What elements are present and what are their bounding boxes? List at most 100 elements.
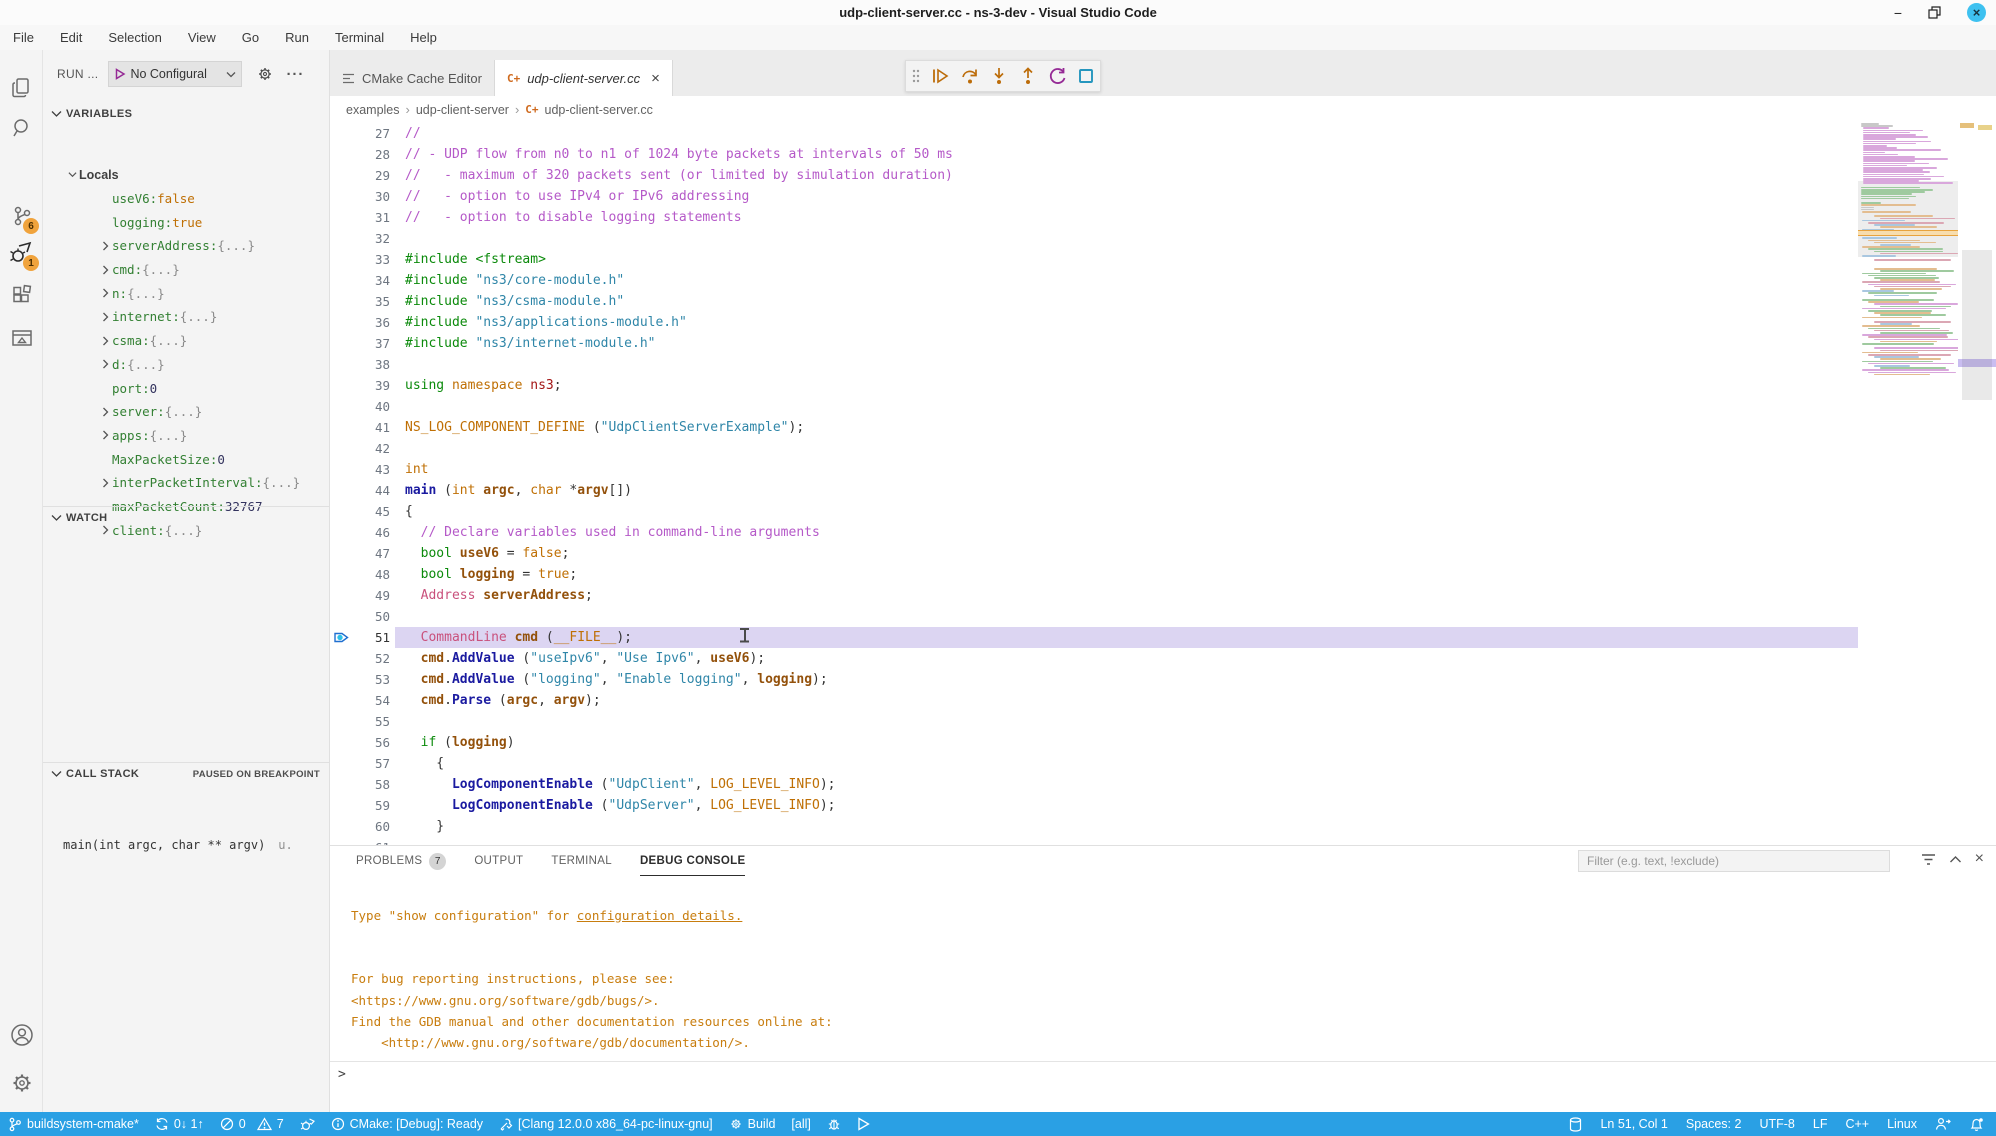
line-number[interactable]: 54 [352,693,390,708]
settings-button[interactable] [0,1063,43,1103]
console-prompt-row[interactable]: > [330,1061,1996,1086]
code-line-49[interactable]: 49 Address serverAddress; [330,585,1858,606]
variable-row-internet[interactable]: internet: {...} [43,305,330,329]
os-item[interactable]: Linux [1887,1117,1917,1131]
code-line-59[interactable]: 59 LogComponentEnable ("UdpServer", LOG_… [330,795,1858,816]
tab-cmake-cache-editor[interactable]: CMake Cache Editor [330,60,495,96]
line-number[interactable]: 30 [352,189,390,204]
minimize-button[interactable]: − [1894,5,1902,21]
line-number[interactable]: 45 [352,504,390,519]
code-line-52[interactable]: 52 cmd.AddValue ("useIpv6", "Use Ipv6", … [330,648,1858,669]
line-number[interactable]: 39 [352,378,390,393]
close-button[interactable]: × [1967,3,1986,22]
watch-section-header[interactable]: WATCH [43,506,330,529]
breakpoint-gutter[interactable] [330,123,352,144]
code-line-47[interactable]: 47 bool useV6 = false; [330,543,1858,564]
line-number[interactable]: 57 [352,756,390,771]
feedback-item[interactable] [1935,1117,1951,1131]
line-number[interactable]: 56 [352,735,390,750]
line-number[interactable]: 41 [352,420,390,435]
line-number[interactable]: 51 [352,630,390,645]
more-actions-button[interactable]: ··· [286,66,304,83]
line-number[interactable]: 33 [352,252,390,267]
close-panel-icon[interactable]: × [1975,850,1984,868]
line-number[interactable]: 43 [352,462,390,477]
code-line-33[interactable]: 33#include <fstream> [330,249,1858,270]
menu-terminal[interactable]: Terminal [335,30,384,45]
line-number[interactable]: 52 [352,651,390,666]
breakpoint-gutter[interactable] [330,522,352,543]
language-mode-item[interactable]: C++ [1845,1117,1869,1131]
line-number[interactable]: 49 [352,588,390,603]
breakpoint-gutter[interactable] [330,354,352,375]
line-number[interactable]: 37 [352,336,390,351]
code-line-42[interactable]: 42 [330,438,1858,459]
breakpoint-gutter[interactable] [330,648,352,669]
code-line-61[interactable]: 61 [330,837,1858,845]
sidebar-item-explorer[interactable] [0,68,43,108]
line-number[interactable]: 36 [352,315,390,330]
breakpoint-gutter[interactable] [330,732,352,753]
line-number[interactable]: 44 [352,483,390,498]
variable-row-useV6[interactable]: useV6: false [43,187,330,211]
cmake-build-item[interactable]: Build [729,1117,776,1131]
breakpoint-gutter[interactable] [330,417,352,438]
breakpoint-gutter[interactable] [330,144,352,165]
indentation-item[interactable]: Spaces: 2 [1686,1117,1742,1131]
code-line-43[interactable]: 43int [330,459,1858,480]
breakpoint-gutter[interactable] [330,753,352,774]
encoding-item[interactable]: UTF-8 [1759,1117,1794,1131]
breakpoint-gutter[interactable] [330,165,352,186]
account-button[interactable] [0,1015,43,1055]
menu-edit[interactable]: Edit [60,30,82,45]
line-number[interactable]: 50 [352,609,390,624]
breakpoint-gutter[interactable] [330,690,352,711]
breakpoint-gutter[interactable] [330,774,352,795]
code-line-46[interactable]: 46 // Declare variables used in command-… [330,522,1858,543]
breakpoint-gutter[interactable] [330,186,352,207]
code-line-39[interactable]: 39using namespace ns3; [330,375,1858,396]
notifications-item[interactable] [1969,1117,1984,1132]
start-debug-icon[interactable] [114,68,126,80]
breakpoint-gutter[interactable] [330,207,352,228]
debug-target-item[interactable] [827,1117,841,1131]
line-number[interactable]: 42 [352,441,390,456]
debug-settings-gear-icon[interactable] [256,65,274,83]
line-number[interactable]: 55 [352,714,390,729]
launch-target-item[interactable] [857,1117,870,1131]
line-number[interactable]: 28 [352,147,390,162]
line-number[interactable]: 60 [352,819,390,834]
line-number[interactable]: 34 [352,273,390,288]
code-line-37[interactable]: 37#include "ns3/internet-module.h" [330,333,1858,354]
code-line-55[interactable]: 55 [330,711,1858,732]
breakpoint-gutter[interactable] [330,501,352,522]
code-line-30[interactable]: 30// - option to use IPv4 or IPv6 addres… [330,186,1858,207]
breadcrumb-item[interactable]: udp-client-server [416,103,509,117]
sidebar-item-run-debug[interactable]: 1 [0,233,43,273]
code-line-60[interactable]: 60 } [330,816,1858,837]
editor-scrollbar[interactable] [1962,250,1992,400]
breakpoint-gutter[interactable] [330,396,352,417]
tab-udp-client-server[interactable]: C+ udp-client-server.cc × [495,60,673,96]
line-number[interactable]: 29 [352,168,390,183]
code-line-32[interactable]: 32 [330,228,1858,249]
code-line-48[interactable]: 48 bool logging = true; [330,564,1858,585]
line-number[interactable]: 38 [352,357,390,372]
variable-row-interPacketInterval[interactable]: interPacketInterval: {...} [43,471,330,495]
chevron-up-icon[interactable] [1949,855,1962,864]
filter-icon[interactable] [1921,852,1936,867]
memory-status-item[interactable] [1569,1117,1582,1132]
line-number[interactable]: 40 [352,399,390,414]
line-number[interactable]: 46 [352,525,390,540]
drag-handle-icon[interactable] [911,68,921,84]
eol-item[interactable]: LF [1813,1117,1828,1131]
restart-icon[interactable] [1048,66,1068,86]
code-line-27[interactable]: 27// [330,123,1858,144]
code-line-50[interactable]: 50 [330,606,1858,627]
branch-status-item[interactable]: buildsystem-cmake* [8,1117,139,1132]
sidebar-item-cmake[interactable] [0,318,43,358]
code-editor[interactable]: 27//28// - UDP flow from n0 to n1 of 102… [330,123,1858,845]
menu-go[interactable]: Go [242,30,259,45]
code-line-56[interactable]: 56 if (logging) [330,732,1858,753]
menu-selection[interactable]: Selection [108,30,161,45]
